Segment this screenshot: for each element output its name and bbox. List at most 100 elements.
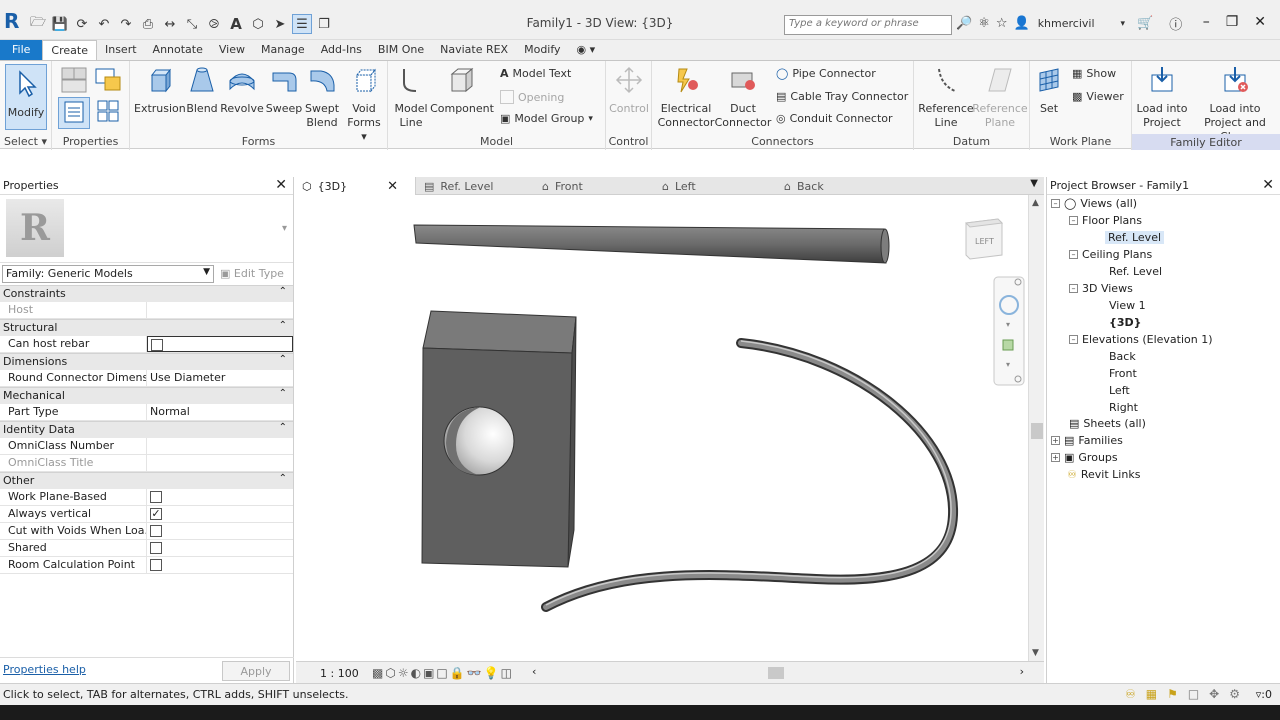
tab-back[interactable]: ⌂ Back	[778, 177, 830, 195]
scroll-up-icon[interactable]: ▲	[1032, 198, 1039, 208]
load-into-project-button[interactable]: Load into Project	[1134, 65, 1190, 130]
view-scale[interactable]: 1 : 100	[320, 667, 359, 680]
restore-icon[interactable]: ❐	[1226, 14, 1239, 30]
can-host-rebar-checkbox[interactable]	[151, 339, 163, 351]
edit-type-button[interactable]: ▣ Edit Type	[220, 267, 284, 280]
shared-checkbox[interactable]	[150, 542, 162, 554]
always-vertical-checkbox[interactable]: ✓	[150, 508, 162, 520]
shadows-icon[interactable]: ◐	[411, 666, 421, 680]
scrollbar-thumb[interactable]	[768, 667, 784, 679]
tree-node-floor-plans[interactable]: – Floor Plans	[1069, 214, 1142, 227]
select-links-icon[interactable]: ♾	[1125, 687, 1136, 701]
tab-modify[interactable]: Modify	[516, 40, 568, 60]
filter-count[interactable]: ▿:0	[1256, 688, 1272, 701]
section-structural[interactable]: Structural ⌃	[0, 319, 293, 336]
model-text-button[interactable]: A Model Text	[500, 67, 571, 80]
binoculars-icon[interactable]: 🔎	[956, 16, 972, 31]
cut-with-voids-checkbox[interactable]	[150, 525, 162, 537]
expand-toggle-icon[interactable]: +	[1051, 436, 1060, 445]
tab-menu-icon[interactable]: ▼	[1030, 178, 1038, 189]
electrical-connector-button[interactable]: Electrical Connector	[656, 65, 716, 130]
model-line-button[interactable]: Model Line	[392, 65, 430, 130]
horizontal-scrollbar[interactable]: ‹ ›	[532, 665, 1024, 679]
void-forms-button[interactable]: Void Forms ▾	[344, 65, 384, 144]
close-icon[interactable]: ✕	[1262, 177, 1274, 193]
reference-plane-button[interactable]: Reference Plane	[972, 65, 1028, 130]
drawing-area[interactable]: LEFT ▾ ▾	[296, 195, 1028, 661]
thin-lines-icon[interactable]: ☰	[292, 14, 312, 34]
select-by-face-icon[interactable]: □	[1188, 687, 1199, 701]
swept-blend-button[interactable]: Swept Blend	[302, 65, 342, 130]
omniclass-number-value[interactable]	[147, 438, 293, 454]
section-other[interactable]: Other ⌃	[0, 472, 293, 489]
close-icon[interactable]: ✕	[275, 177, 287, 193]
properties-help-link[interactable]: Properties help	[3, 663, 86, 676]
view-cube[interactable]: LEFT	[964, 218, 1004, 260]
scroll-right-icon[interactable]: ›	[1020, 665, 1024, 678]
tree-node-floor-plan-ref-level[interactable]: Ref. Level	[1105, 231, 1165, 244]
ribbon-minimize-icon[interactable]: ◉ ▾	[569, 40, 604, 60]
user-name[interactable]: khmercivil	[1038, 17, 1095, 30]
conduit-connector-button[interactable]: ◎ Conduit Connector	[776, 112, 893, 125]
select-group-label[interactable]: Select ▾	[0, 135, 51, 148]
tree-node-elevations[interactable]: – Elevations (Elevation 1)	[1069, 333, 1213, 346]
tree-node-3d-views[interactable]: –3D Views	[1069, 282, 1133, 295]
cart-icon[interactable]: 🛒	[1137, 16, 1153, 31]
section-icon[interactable]: ➤	[270, 14, 290, 34]
undo-icon[interactable]: ↶	[94, 14, 114, 34]
analytical-model-icon[interactable]: ◫	[501, 666, 512, 680]
section-identity-data[interactable]: Identity Data ⌃	[0, 421, 293, 438]
apply-button[interactable]: Apply	[222, 661, 290, 681]
search-input[interactable]: Type a keyword or phrase	[784, 15, 952, 35]
visual-style-icon[interactable]: ⬡	[385, 666, 395, 680]
tab-left[interactable]: ⌂ Left	[656, 177, 702, 195]
tab-insert[interactable]: Insert	[97, 40, 145, 60]
tree-node-views[interactable]: – ◯ Views (all)	[1051, 197, 1137, 210]
reveal-hidden-icon[interactable]: 💡	[484, 666, 499, 680]
navigation-bar[interactable]: ▾ ▾	[993, 276, 1025, 386]
room-calculation-checkbox[interactable]	[150, 559, 162, 571]
measure-icon[interactable]: ↔	[160, 14, 180, 34]
collapse-toggle-icon[interactable]: –	[1069, 216, 1078, 225]
tab-bim-one[interactable]: BIM One	[370, 40, 432, 60]
tab-ref-level[interactable]: ▤ Ref. Level	[418, 177, 499, 195]
close-icon[interactable]: ✕	[387, 179, 398, 194]
collapse-toggle-icon[interactable]: –	[1069, 335, 1078, 344]
collapse-toggle-icon[interactable]: –	[1051, 199, 1060, 208]
scroll-down-icon[interactable]: ▼	[1032, 648, 1039, 658]
tab-naviate-rex[interactable]: Naviate REX	[432, 40, 516, 60]
select-underlay-icon[interactable]: ▦	[1146, 687, 1157, 701]
pipe-connector-button[interactable]: ◯ Pipe Connector	[776, 67, 876, 80]
section-mechanical[interactable]: Mechanical ⌃	[0, 387, 293, 404]
print-icon[interactable]: ⎙	[138, 14, 158, 34]
open-icon[interactable]: 🗁	[28, 14, 48, 34]
tree-node-ceiling-plan-ref-level[interactable]: Ref. Level	[1109, 265, 1162, 278]
tab-annotate[interactable]: Annotate	[145, 40, 211, 60]
tree-node-sheets[interactable]: ▤ Sheets (all)	[1069, 417, 1146, 430]
close-icon[interactable]: ✕	[1254, 14, 1266, 30]
3d-view-icon[interactable]: ⬡	[248, 14, 268, 34]
vertical-scrollbar[interactable]: ▲ ▼	[1028, 195, 1044, 661]
tab-front[interactable]: ⌂ Front	[536, 177, 589, 195]
tree-node-back[interactable]: Back	[1109, 350, 1136, 363]
chevron-down-icon[interactable]: ▾	[282, 223, 287, 234]
sweep-button[interactable]: Sweep	[264, 65, 304, 116]
type-properties-button[interactable]	[92, 97, 124, 129]
collapse-toggle-icon[interactable]: –	[1069, 284, 1078, 293]
switch-windows-icon[interactable]: ❐	[314, 14, 334, 34]
section-constraints[interactable]: Constraints ⌃	[0, 285, 293, 302]
set-work-plane-button[interactable]: Set	[1034, 65, 1064, 116]
help-icon[interactable]: ⓘ	[1169, 14, 1182, 33]
tree-node-families[interactable]: + ▤ Families	[1051, 434, 1123, 447]
tree-node-front[interactable]: Front	[1109, 367, 1137, 380]
properties-toggle-button[interactable]	[58, 97, 90, 129]
lock-3d-icon[interactable]: 🔒	[450, 666, 465, 680]
cable-tray-connector-button[interactable]: ▤ Cable Tray Connector	[776, 90, 908, 103]
reference-line-button[interactable]: Reference Line	[918, 65, 974, 130]
block-with-hole[interactable]	[421, 310, 577, 568]
scroll-left-icon[interactable]: ‹	[532, 665, 536, 678]
family-types-button[interactable]	[58, 65, 90, 99]
tree-node-3d[interactable]: {3D}	[1109, 316, 1141, 329]
viewer-button[interactable]: ▩ Viewer	[1072, 90, 1124, 103]
tree-node-view-1[interactable]: View 1	[1109, 299, 1146, 312]
